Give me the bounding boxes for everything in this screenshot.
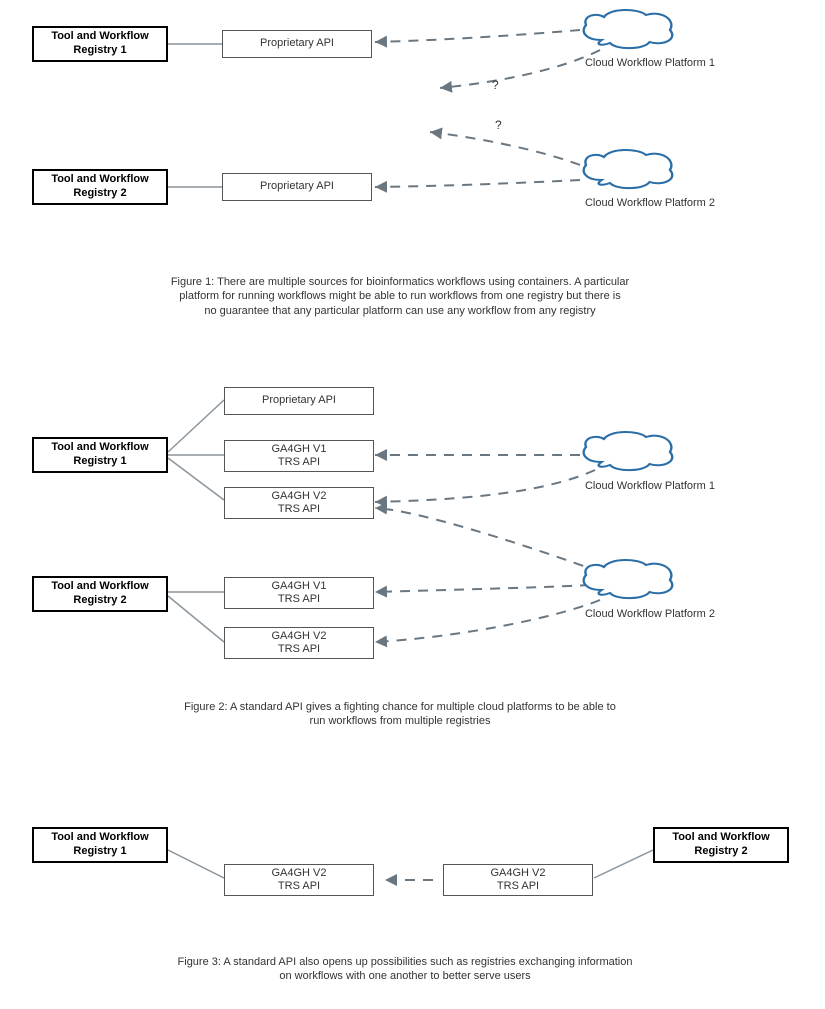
figure3-caption: Figure 3: A standard API also opens up p… (115, 955, 695, 984)
api-box-b-f3: GA4GH V2 TRS API (443, 864, 593, 896)
cloud-label-2-f1: Cloud Workflow Platform 2 (560, 197, 740, 209)
registry-box-1-f1: Tool and Workflow Registry 1 (32, 26, 168, 62)
api-box-prop-f2: Proprietary API (224, 387, 374, 415)
question-mark-2: ? (495, 118, 502, 132)
api-box-v1a-f2: GA4GH V1 TRS API (224, 440, 374, 472)
api-box-prop1-f1: Proprietary API (222, 30, 372, 58)
registry-box-2-f2: Tool and Workflow Registry 2 (32, 576, 168, 612)
api-box-v1b-f2: GA4GH V1 TRS API (224, 577, 374, 609)
cloud-label-1-f2: Cloud Workflow Platform 1 (560, 480, 740, 492)
api-box-a-f3: GA4GH V2 TRS API (224, 864, 374, 896)
question-mark-1: ? (492, 78, 499, 92)
figure2-caption: Figure 2: A standard API gives a fightin… (130, 700, 670, 729)
cloud-label-2-f2: Cloud Workflow Platform 2 (560, 608, 740, 620)
figure1-caption: Figure 1: There are multiple sources for… (100, 275, 700, 318)
registry-box-2-f3: Tool and Workflow Registry 2 (653, 827, 789, 863)
registry-box-2-f1: Tool and Workflow Registry 2 (32, 169, 168, 205)
api-box-v2a-f2: GA4GH V2 TRS API (224, 487, 374, 519)
cloud-label-1-f1: Cloud Workflow Platform 1 (560, 57, 740, 69)
api-box-prop2-f1: Proprietary API (222, 173, 372, 201)
api-box-v2b-f2: GA4GH V2 TRS API (224, 627, 374, 659)
registry-box-1-f3: Tool and Workflow Registry 1 (32, 827, 168, 863)
registry-box-1-f2: Tool and Workflow Registry 1 (32, 437, 168, 473)
